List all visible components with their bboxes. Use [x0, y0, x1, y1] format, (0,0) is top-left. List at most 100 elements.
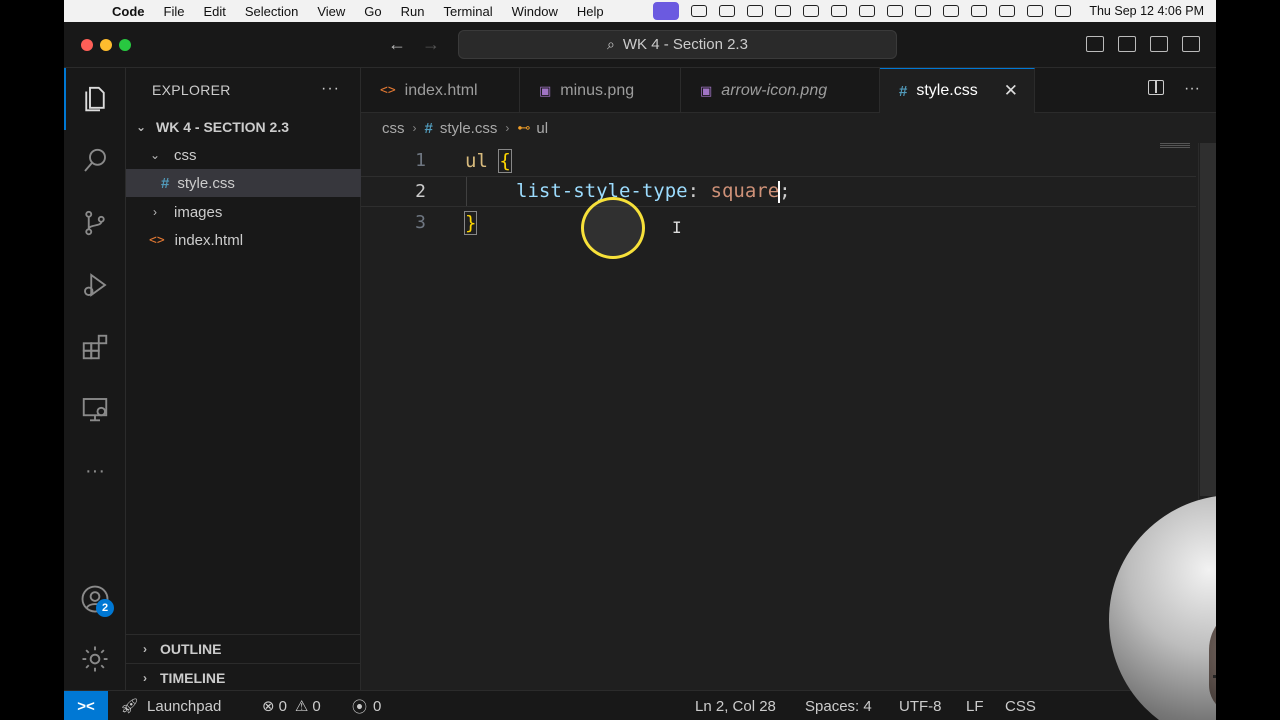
tree-item-label: index.html — [174, 231, 244, 249]
launchpad-item[interactable]: 🚀︎ Launchpad — [120, 691, 221, 720]
minimize-window-button[interactable] — [100, 39, 112, 51]
menu-help[interactable]: Help — [577, 4, 604, 19]
wifi-icon[interactable] — [943, 5, 960, 17]
ports-count: 0 — [373, 697, 382, 715]
extensions-icon[interactable] — [64, 316, 126, 378]
code-text: } — [463, 210, 478, 235]
tab-index-html[interactable]: <> index.html — [361, 68, 520, 113]
bluetooth-icon[interactable] — [859, 5, 876, 17]
menubar-clock[interactable]: Thu Sep 12 4:06 PM — [1089, 4, 1204, 18]
tab-style-css[interactable]: # style.css ✕ — [880, 68, 1035, 113]
tree-item-index-html[interactable]: <> index.html — [126, 226, 361, 254]
customize-layout-icon[interactable] — [1182, 36, 1200, 52]
play-icon[interactable] — [775, 5, 792, 17]
minimap[interactable] — [1160, 143, 1190, 148]
editor-actions: ··· — [1148, 80, 1200, 98]
menu-terminal[interactable]: Terminal — [444, 4, 493, 19]
encoding[interactable]: UTF-8 — [899, 691, 942, 720]
scrollbar-thumb[interactable] — [1200, 143, 1216, 496]
close-window-button[interactable] — [81, 39, 93, 51]
breadcrumb-symbol[interactable]: ul — [536, 120, 548, 137]
cloud-icon[interactable] — [719, 5, 736, 17]
remote-explorer-icon[interactable] — [64, 378, 126, 440]
close-tab-icon[interactable]: ✕ — [1004, 81, 1018, 101]
command-center-search[interactable]: ⌕ WK 4 - Section 2.3 — [458, 30, 897, 59]
ports-item[interactable]: ⦿ 0 — [352, 691, 381, 720]
mac-menubar: Code File Edit Selection View Go Run Ter… — [64, 0, 1216, 22]
tab-label: minus.png — [560, 81, 635, 99]
close-brace: } — [463, 210, 478, 235]
menu-view[interactable]: View — [317, 4, 345, 19]
more-actions-icon[interactable]: ··· — [1184, 80, 1200, 98]
chevron-right-icon: › — [412, 121, 417, 135]
timeline-section[interactable]: › TIMELINE — [126, 663, 361, 692]
menu-file[interactable]: File — [164, 4, 185, 19]
chevron-right-icon: › — [143, 671, 147, 685]
back-arrow-icon[interactable]: ← — [388, 34, 406, 55]
screen-share-icon[interactable] — [653, 2, 680, 20]
rocket-icon: 🚀︎ — [120, 698, 140, 715]
split-editor-icon[interactable] — [1148, 80, 1165, 95]
problems-item[interactable]: ⊗ 0 ⚠ 0 — [262, 691, 321, 720]
breadcrumb-folder[interactable]: css — [382, 120, 405, 137]
tab-minus-png[interactable]: ▣ minus.png — [520, 68, 681, 113]
accounts-icon[interactable]: 2 — [64, 568, 126, 630]
timeline-label: TIMELINE — [160, 670, 226, 686]
explorer-title: EXPLORER — [152, 82, 231, 98]
toggle-panel-icon[interactable] — [1118, 36, 1136, 52]
image-file-icon: ▣ — [539, 82, 552, 98]
cursor-position[interactable]: Ln 2, Col 28 — [695, 691, 776, 720]
zoom-window-button[interactable] — [119, 39, 131, 51]
outlook-icon[interactable] — [691, 5, 708, 17]
end-of-line[interactable]: LF — [966, 691, 984, 720]
tree-item-images-folder[interactable]: › images — [126, 198, 361, 226]
editor-group: <> index.html ▣ minus.png ▣ arrow-icon.p… — [361, 68, 1216, 690]
explorer-more-icon[interactable]: ··· — [321, 80, 340, 98]
tree-item-style-css[interactable]: # style.css — [126, 169, 361, 197]
run-debug-icon[interactable] — [64, 254, 126, 316]
toggle-secondary-sidebar-icon[interactable] — [1150, 36, 1168, 52]
tree-item-css-folder[interactable]: ⌄ css — [126, 141, 361, 169]
explorer-header: EXPLORER ··· — [126, 68, 360, 112]
css-file-icon: # — [899, 82, 908, 100]
settings-gear-icon[interactable] — [64, 628, 126, 690]
menu-window[interactable]: Window — [512, 4, 558, 19]
battery-icon[interactable] — [915, 5, 932, 17]
menu-edit[interactable]: Edit — [203, 4, 225, 19]
warning-icon: ⚠ — [294, 698, 309, 715]
forward-arrow-icon[interactable]: → — [422, 34, 440, 55]
control-center-icon[interactable] — [1027, 5, 1044, 17]
more-views-icon[interactable]: ··· — [64, 440, 126, 502]
menu-app-name[interactable]: Code — [112, 4, 145, 19]
remote-indicator[interactable]: >< — [64, 691, 108, 720]
source-control-icon[interactable] — [64, 192, 126, 254]
tree-item-label: style.css — [177, 174, 235, 192]
html-file-icon: <> — [149, 232, 165, 248]
menu-selection[interactable]: Selection — [245, 4, 298, 19]
volume-icon[interactable] — [831, 5, 848, 17]
css-colon: : — [687, 180, 700, 203]
image-file-icon: ▣ — [700, 82, 713, 98]
gamepad-icon[interactable] — [803, 5, 820, 17]
explorer-icon[interactable] — [64, 68, 126, 130]
breadcrumb-file[interactable]: style.css — [440, 120, 498, 137]
outline-section[interactable]: › OUTLINE — [126, 634, 361, 663]
tab-arrow-icon-png[interactable]: ▣ arrow-icon.png — [681, 68, 880, 113]
menu-go[interactable]: Go — [364, 4, 381, 19]
menu-run[interactable]: Run — [401, 4, 425, 19]
user-icon[interactable] — [971, 5, 988, 17]
tree-item-label: images — [174, 203, 223, 221]
spotlight-icon[interactable] — [999, 5, 1016, 17]
search-icon[interactable] — [64, 130, 126, 192]
toggle-primary-sidebar-icon[interactable] — [1086, 36, 1104, 52]
window-icon[interactable] — [747, 5, 764, 17]
workspace-root-label: WK 4 - SECTION 2.3 — [156, 119, 290, 135]
search-icon: ⌕ — [607, 36, 615, 52]
editor-tabs: <> index.html ▣ minus.png ▣ arrow-icon.p… — [361, 68, 1216, 113]
workspace-root-folder[interactable]: ⌄ WK 4 - SECTION 2.3 — [126, 113, 361, 141]
language-mode[interactable]: CSS — [1005, 691, 1036, 720]
siri-icon[interactable] — [1055, 5, 1072, 17]
indentation[interactable]: Spaces: 4 — [805, 691, 872, 720]
keyboard-icon[interactable] — [887, 5, 904, 17]
tab-label: arrow-icon.png — [721, 81, 828, 99]
